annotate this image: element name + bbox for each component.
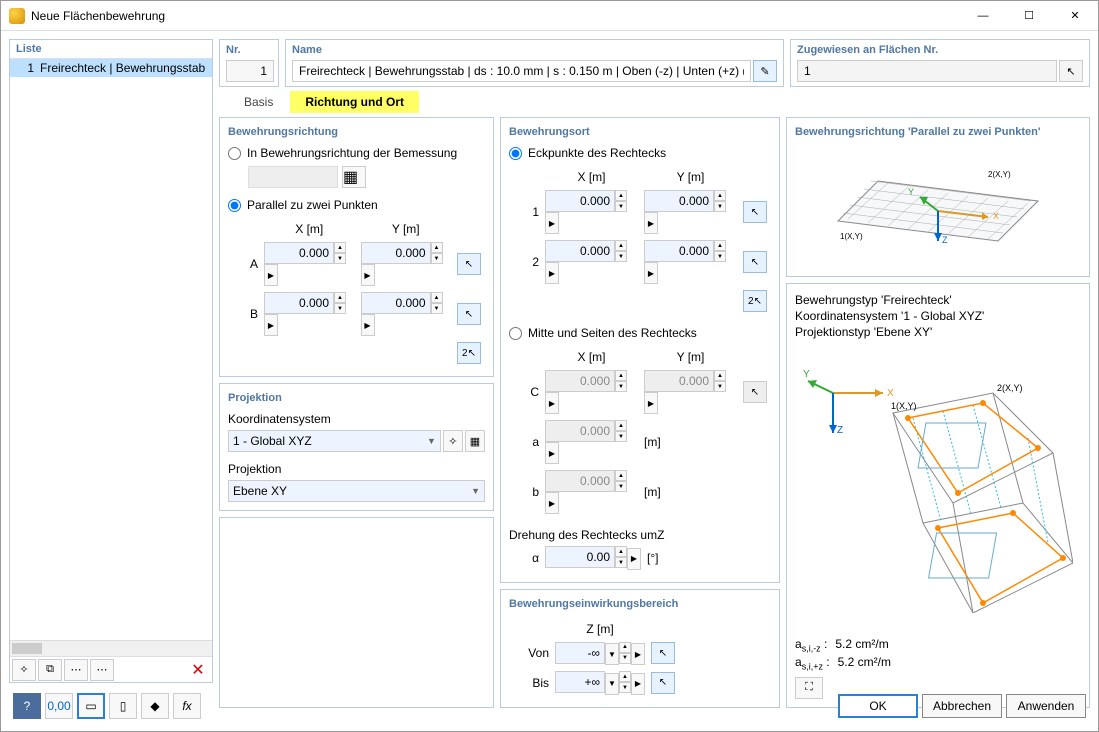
rotation-label: Drehung des Rechtecks umZ <box>509 528 771 542</box>
edit-cs-button[interactable]: ▦ <box>465 430 485 452</box>
edit-name-button[interactable]: ✎ <box>753 60 777 82</box>
new-cs-button[interactable]: ✧ <box>443 430 463 452</box>
nr-input[interactable] <box>226 60 274 82</box>
von-combo[interactable]: -∞ <box>555 642 605 664</box>
units-button[interactable]: 0,00 <box>45 693 73 719</box>
y2-input[interactable]: 0.000 <box>644 240 714 262</box>
coord-combo[interactable]: 1 - Global XYZ▼ <box>228 430 441 452</box>
list-item[interactable]: 1 Freirechteck | Bewehrungsstab <box>10 59 212 77</box>
svg-text:1(X,Y): 1(X,Y) <box>891 401 917 411</box>
proj-label: Projektion <box>228 462 485 476</box>
pick-a-button[interactable]: ↖ <box>457 253 481 275</box>
direction-group-title: Bewehrungsrichtung <box>228 126 485 138</box>
ax-input[interactable]: 0.000 <box>264 242 334 264</box>
name-input[interactable] <box>292 60 751 82</box>
pick-2-button[interactable]: ↖ <box>743 251 767 273</box>
spinner[interactable]: ▲▼ <box>334 242 346 264</box>
close-button[interactable]: ✕ <box>1052 1 1098 31</box>
window-title: Neue Flächenbewehrung <box>31 9 960 23</box>
list-header: Liste <box>10 40 212 59</box>
nr-label: Nr. <box>226 44 272 56</box>
ok-button[interactable]: OK <box>838 694 918 718</box>
pick-c-button: ↖ <box>743 381 767 403</box>
help-button[interactable]: ? <box>13 693 41 719</box>
svg-text:Z: Z <box>837 425 843 436</box>
radio-parallel[interactable]: Parallel zu zwei Punkten <box>228 198 485 212</box>
ay-input[interactable]: 0.000 <box>361 242 431 264</box>
view-button[interactable]: ◆ <box>141 693 169 719</box>
y1-input[interactable]: 0.000 <box>644 190 714 212</box>
mode2-button[interactable]: ▯ <box>109 693 137 719</box>
svg-text:2(X,Y): 2(X,Y) <box>988 170 1011 179</box>
location-group-title: Bewehrungsort <box>509 126 771 138</box>
arrow-button[interactable]: ▶ <box>264 264 278 286</box>
pick-surfaces-button[interactable]: ↖ <box>1059 60 1083 82</box>
assign-input[interactable] <box>797 60 1057 82</box>
pick-1-button[interactable]: ↖ <box>743 201 767 223</box>
svg-text:Z: Z <box>942 235 948 245</box>
cy-input: 0.000 <box>644 370 714 392</box>
fx-button[interactable]: fx <box>173 693 201 719</box>
tool1-button[interactable]: ⋯ <box>64 659 88 681</box>
alpha-input[interactable]: 0.00 <box>545 546 615 568</box>
preview2-image: X Y Z <box>795 340 1081 636</box>
date-icon: ▦ <box>342 166 366 188</box>
svg-text:Y: Y <box>908 187 914 197</box>
assign-label: Zugewiesen an Flächen Nr. <box>797 44 1083 56</box>
app-icon <box>9 8 25 24</box>
bx-input[interactable]: 0.000 <box>264 292 334 314</box>
tab-direction[interactable]: Richtung und Ort <box>290 91 419 113</box>
scrollbar[interactable] <box>10 640 212 656</box>
cx-input: 0.000 <box>545 370 615 392</box>
b-input: 0.000 <box>545 470 615 492</box>
name-label: Name <box>292 44 777 56</box>
svg-text:X: X <box>993 211 999 221</box>
svg-text:X: X <box>887 388 894 399</box>
tool2-button[interactable]: ⋯ <box>90 659 114 681</box>
pick-both-button[interactable]: 2↖ <box>457 342 481 364</box>
a-input: 0.000 <box>545 420 615 442</box>
minimize-button[interactable]: — <box>960 1 1006 31</box>
svg-text:1(X,Y): 1(X,Y) <box>840 232 863 241</box>
tab-basis[interactable]: Basis <box>229 91 288 113</box>
pick-b-button[interactable]: ↖ <box>457 303 481 325</box>
preview2-line1: Bewehrungstyp 'Freirechteck' <box>795 293 1081 307</box>
effect-group-title: Bewehrungseinwirkungsbereich <box>509 598 771 610</box>
proj-combo[interactable]: Ebene XY▼ <box>228 480 485 502</box>
res2-label: as,i,+z : <box>795 655 830 671</box>
maximize-button[interactable]: ☐ <box>1006 1 1052 31</box>
apply-button[interactable]: Anwenden <box>1006 694 1086 718</box>
radio-center[interactable]: Mitte und Seiten des Rechtecks <box>509 326 771 340</box>
pick-von-button[interactable]: ↖ <box>651 642 675 664</box>
svg-text:Y: Y <box>803 369 810 380</box>
pick-rect-button[interactable]: 2↖ <box>743 290 767 312</box>
preview2-line2: Koordinatensystem '1 - Global XYZ' <box>795 309 1081 323</box>
svg-text:2(X,Y): 2(X,Y) <box>997 383 1023 393</box>
delete-item-button[interactable]: ✕ <box>186 659 210 681</box>
x2-input[interactable]: 0.000 <box>545 240 615 262</box>
by-input[interactable]: 0.000 <box>361 292 431 314</box>
cancel-button[interactable]: Abbrechen <box>922 694 1002 718</box>
res1-label: as,i,-z : <box>795 637 827 653</box>
x1-input[interactable]: 0.000 <box>545 190 615 212</box>
preview1-image: X Y Z 1(X,Y) 2(X,Y) <box>795 144 1081 268</box>
radio-bemessung[interactable]: In Bewehrungsrichtung der Bemessung <box>228 146 485 160</box>
mode1-button[interactable]: ▭ <box>77 693 105 719</box>
projection-group-title: Projektion <box>228 392 485 404</box>
preview2-line3: Projektionstyp 'Ebene XY' <box>795 325 1081 339</box>
coord-label: Koordinatensystem <box>228 412 485 426</box>
radio-corners[interactable]: Eckpunkte des Rechtecks <box>509 146 771 160</box>
copy-item-button[interactable]: ⧉ <box>38 659 62 681</box>
preview1-title: Bewehrungsrichtung 'Parallel zu zwei Pun… <box>795 126 1081 138</box>
new-item-button[interactable]: ✧ <box>12 659 36 681</box>
